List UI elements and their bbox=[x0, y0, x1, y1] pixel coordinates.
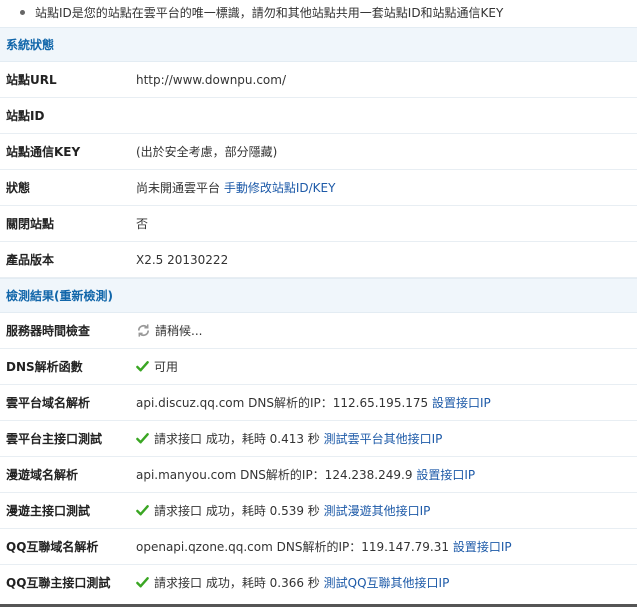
row-cloud-dns: 雲平台域名解析 api.discuz.qq.com DNS解析的IP：112.6… bbox=[0, 385, 637, 421]
row-qq-api-test: QQ互聯主接口測試 請求接口 成功，耗時 0.366 秒 測試QQ互聯其他接口I… bbox=[0, 565, 637, 601]
qq-api-value: 請求接口 成功，耗時 0.366 秒 bbox=[154, 576, 320, 590]
cloud-api-value: 請求接口 成功，耗時 0.413 秒 bbox=[154, 432, 320, 446]
row-label: 服務器時間檢查 bbox=[6, 324, 91, 338]
manyou-dns-value: api.manyou.com DNS解析的IP：124.238.249.9 bbox=[136, 468, 413, 482]
row-product-version: 產品版本 X2.5 20130222 bbox=[0, 242, 637, 278]
bullet-icon bbox=[20, 10, 25, 15]
row-cloud-api-test: 雲平台主接口測試 請求接口 成功，耗時 0.413 秒 測試雲平台其他接口IP bbox=[0, 421, 637, 457]
section-title: 檢測結果 bbox=[6, 289, 55, 303]
dns-function-value-wrap: 可用 bbox=[136, 349, 178, 385]
row-label: 雲平台主接口測試 bbox=[6, 432, 103, 446]
manyou-api-value-wrap: 請求接口 成功，耗時 0.539 秒 測試漫遊其他接口IP bbox=[136, 493, 430, 529]
qq-api-value-wrap: 請求接口 成功，耗時 0.366 秒 測試QQ互聯其他接口IP bbox=[136, 565, 449, 601]
row-label: 站點ID bbox=[6, 109, 45, 123]
row-status: 狀態 尚未開通雲平台 手動修改站點ID/KEY bbox=[0, 170, 637, 206]
test-qq-other-ip-link[interactable]: 測試QQ互聯其他接口IP bbox=[324, 576, 450, 590]
notice-tip: 站點ID是您的站點在雲平台的唯一標識，請勿和其他站點共用一套站點ID和站點通信K… bbox=[0, 0, 637, 27]
row-qq-dns: QQ互聯域名解析 openapi.qzone.qq.com DNS解析的IP：1… bbox=[0, 529, 637, 565]
row-label: 關閉站點 bbox=[6, 217, 55, 231]
cloud-dns-value: api.discuz.qq.com DNS解析的IP：112.65.195.17… bbox=[136, 396, 429, 410]
qq-dns-value: openapi.qzone.qq.com DNS解析的IP：119.147.79… bbox=[136, 540, 450, 554]
server-time-value-wrap: 請稍候... bbox=[136, 313, 202, 349]
row-close-site: 關閉站點 否 bbox=[0, 206, 637, 242]
cloud-dns-value-wrap: api.discuz.qq.com DNS解析的IP：112.65.195.17… bbox=[136, 385, 491, 421]
site-url-value: http://www.downpu.com/ bbox=[136, 73, 287, 87]
manyou-api-value: 請求接口 成功，耗時 0.539 秒 bbox=[154, 504, 320, 518]
product-version-value: X2.5 20130222 bbox=[136, 253, 229, 267]
row-label: 站點URL bbox=[6, 73, 57, 87]
section-check-results: 檢測結果(重新檢測) bbox=[0, 278, 637, 313]
status-value: 尚未開通雲平台 bbox=[136, 181, 221, 195]
row-dns-function: DNS解析函數 可用 bbox=[0, 349, 637, 385]
check-icon bbox=[136, 433, 149, 444]
paren-close: ) bbox=[107, 289, 113, 303]
row-label: 站點通信KEY bbox=[6, 145, 81, 159]
status-value-wrap: 尚未開通雲平台 手動修改站點ID/KEY bbox=[136, 170, 335, 206]
row-label: QQ互聯主接口測試 bbox=[6, 576, 111, 590]
dns-function-value: 可用 bbox=[154, 360, 179, 374]
refresh-icon bbox=[137, 324, 150, 337]
row-manyou-dns: 漫遊域名解析 api.manyou.com DNS解析的IP：124.238.2… bbox=[0, 457, 637, 493]
notice-text: 站點ID是您的站點在雲平台的唯一標識，請勿和其他站點共用一套站點ID和站點通信K… bbox=[35, 6, 504, 20]
row-site-id: 站點ID bbox=[0, 98, 637, 134]
row-server-time: 服務器時間檢查 請稍候... bbox=[0, 313, 637, 349]
row-label: 漫遊主接口測試 bbox=[6, 504, 91, 518]
check-icon bbox=[136, 361, 149, 372]
edit-site-id-key-link[interactable]: 手動修改站點ID/KEY bbox=[224, 181, 336, 195]
test-cloud-other-ip-link[interactable]: 測試雲平台其他接口IP bbox=[324, 432, 443, 446]
row-label: QQ互聯域名解析 bbox=[6, 540, 99, 554]
row-label: 產品版本 bbox=[6, 253, 55, 267]
row-label: 漫遊域名解析 bbox=[6, 468, 79, 482]
row-label: 狀態 bbox=[6, 181, 31, 195]
check-icon bbox=[136, 505, 149, 516]
row-label: 雲平台域名解析 bbox=[6, 396, 91, 410]
section-system-status: 系統狀態 bbox=[0, 27, 637, 62]
qq-dns-value-wrap: openapi.qzone.qq.com DNS解析的IP：119.147.79… bbox=[136, 529, 512, 565]
set-qq-ip-link[interactable]: 設置接口IP bbox=[453, 540, 512, 554]
section-title: 系統狀態 bbox=[6, 38, 55, 52]
manyou-dns-value-wrap: api.manyou.com DNS解析的IP：124.238.249.9 設置… bbox=[136, 457, 475, 493]
recheck-link[interactable]: 重新檢測 bbox=[60, 289, 108, 303]
row-site-key: 站點通信KEY (出於安全考慮，部分隱藏) bbox=[0, 134, 637, 170]
site-key-value: (出於安全考慮，部分隱藏) bbox=[136, 145, 278, 159]
server-time-value: 請稍候... bbox=[155, 324, 203, 338]
cloud-api-value-wrap: 請求接口 成功，耗時 0.413 秒 測試雲平台其他接口IP bbox=[136, 421, 442, 457]
test-manyou-other-ip-link[interactable]: 測試漫遊其他接口IP bbox=[324, 504, 431, 518]
check-icon bbox=[136, 577, 149, 588]
set-manyou-ip-link[interactable]: 設置接口IP bbox=[416, 468, 475, 482]
close-site-value: 否 bbox=[136, 217, 149, 231]
row-site-url: 站點URL http://www.downpu.com/ bbox=[0, 62, 637, 98]
row-label: DNS解析函數 bbox=[6, 360, 83, 374]
row-manyou-api-test: 漫遊主接口測試 請求接口 成功，耗時 0.539 秒 測試漫遊其他接口IP bbox=[0, 493, 637, 529]
set-cloud-ip-link[interactable]: 設置接口IP bbox=[432, 396, 491, 410]
